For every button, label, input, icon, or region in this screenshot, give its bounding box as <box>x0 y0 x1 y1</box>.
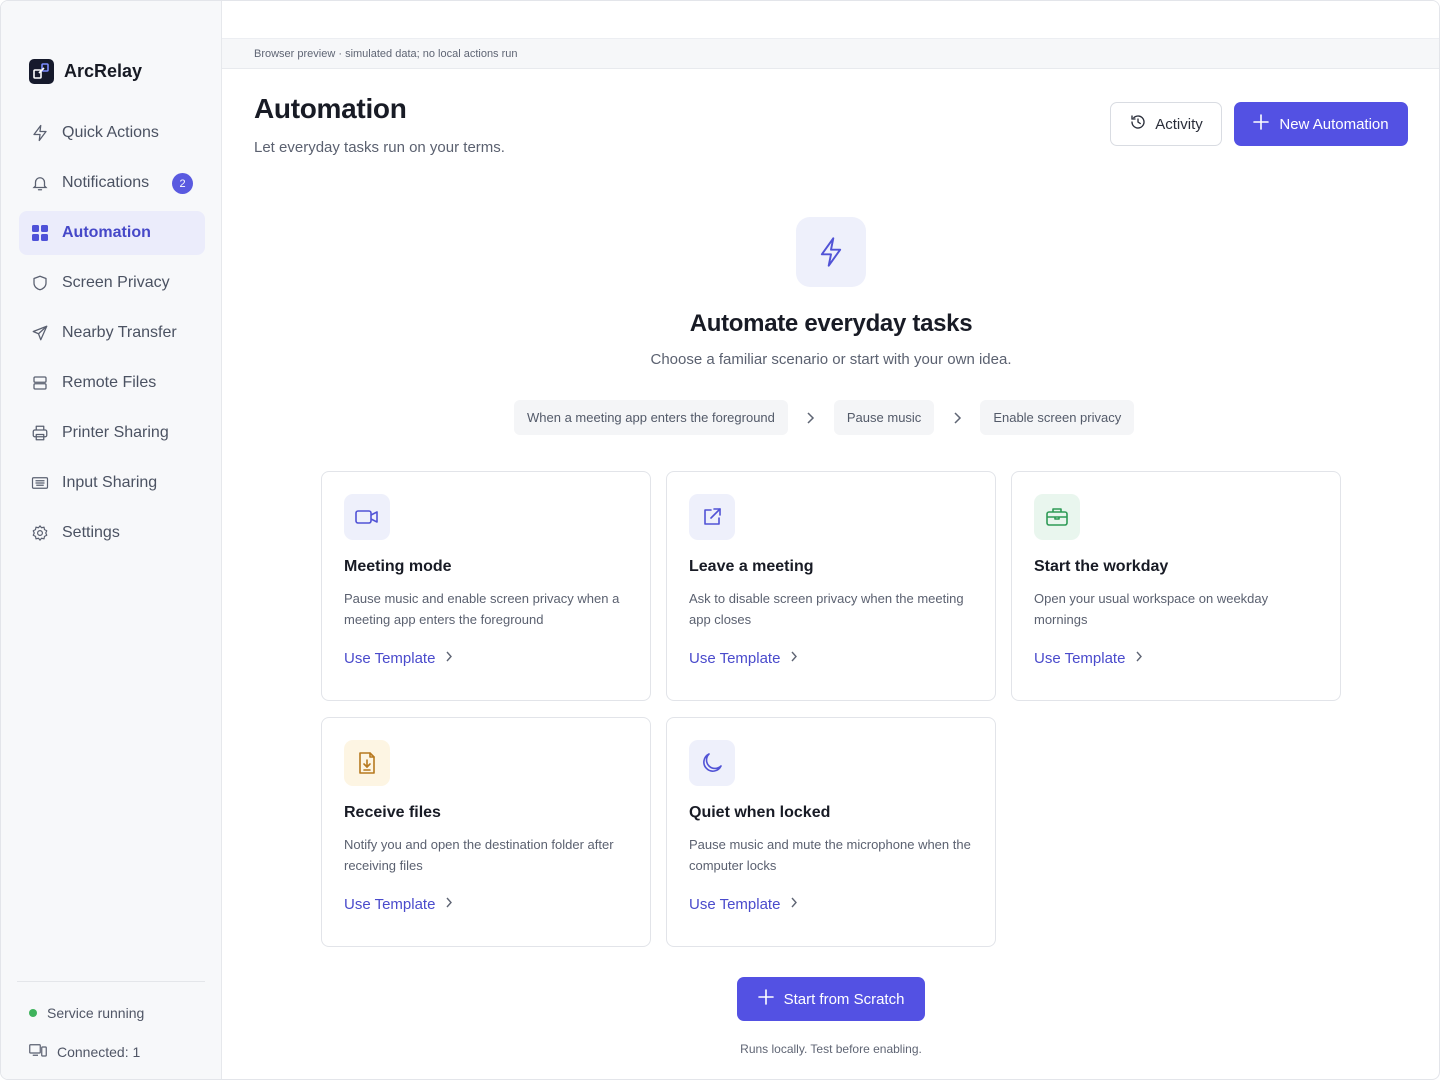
use-template-label: Use Template <box>344 650 436 667</box>
status-dot <box>29 1009 37 1017</box>
printer-icon <box>30 423 50 443</box>
app-name: ArcRelay <box>64 61 143 81</box>
template-card-start-workday[interactable]: Start the workday Open your usual worksp… <box>1011 471 1341 701</box>
template-description: Pause music and enable screen privacy wh… <box>344 591 620 627</box>
start-from-scratch-label: Start from Scratch <box>783 990 905 1008</box>
flow-action-chip: Pause music <box>833 400 935 435</box>
template-card-leave-meeting[interactable]: Leave a meeting Ask to disable screen pr… <box>666 471 996 701</box>
sidebar: ArcRelay Quick Actions Notifications 2 A… <box>1 1 222 1079</box>
sidebar-item-quick-actions[interactable]: Quick Actions <box>19 111 205 155</box>
plus-icon <box>1253 114 1270 134</box>
bell-icon <box>30 173 50 193</box>
chevron-right-icon <box>790 650 798 667</box>
service-status-label: Service running <box>47 1005 145 1021</box>
hero-subtitle: Choose a familiar scenario or start with… <box>650 351 1012 368</box>
template-title: Quiet when locked <box>689 804 831 821</box>
template-title: Receive files <box>344 804 441 821</box>
sidebar-item-label: Input Sharing <box>62 474 158 491</box>
template-description: Notify you and open the destination fold… <box>344 837 614 873</box>
template-description: Open your usual workspace on weekday mor… <box>1034 591 1269 627</box>
start-from-scratch-button[interactable]: Start from Scratch <box>737 977 925 1021</box>
chevron-right-icon <box>790 896 798 913</box>
footnote: Runs locally. Test before enabling. <box>740 1042 922 1056</box>
lightning-icon <box>30 123 50 143</box>
use-template-label: Use Template <box>1034 650 1126 667</box>
history-icon <box>1129 113 1147 135</box>
template-title: Leave a meeting <box>689 558 814 575</box>
flow-action-chip: Enable screen privacy <box>980 400 1135 435</box>
notification-count-badge: 2 <box>172 173 193 194</box>
page-subtitle: Let everyday tasks run on your terms. <box>254 139 505 156</box>
flow-trigger-chip: When a meeting app enters the foreground <box>514 400 788 435</box>
file-download-icon <box>344 740 390 786</box>
sidebar-item-label: Settings <box>62 524 120 541</box>
keyboard-icon <box>30 473 50 493</box>
page-title: Automation <box>254 93 407 124</box>
server-icon <box>30 373 50 393</box>
sidebar-item-notifications[interactable]: Notifications 2 <box>19 161 205 205</box>
template-card-quiet-when-locked[interactable]: Quiet when locked Pause music and mute t… <box>666 717 996 947</box>
use-template-link[interactable]: Use Template <box>689 650 798 667</box>
use-template-link[interactable]: Use Template <box>1034 650 1143 667</box>
sidebar-item-label: Automation <box>62 224 151 241</box>
chevron-right-icon <box>445 896 453 913</box>
sidebar-divider <box>17 981 205 982</box>
chevron-right-icon <box>1135 650 1143 667</box>
sidebar-item-automation[interactable]: Automation <box>19 211 205 255</box>
plus-icon <box>757 989 774 1009</box>
activity-button-label: Activity <box>1155 115 1203 133</box>
external-link-icon <box>689 494 735 540</box>
preview-notice: Browser preview · simulated data; no loc… <box>254 47 518 60</box>
brand: ArcRelay <box>29 59 142 84</box>
template-description: Ask to disable screen privacy when the m… <box>689 591 964 627</box>
template-description: Pause music and mute the microphone when… <box>689 837 971 873</box>
sidebar-item-settings[interactable]: Settings <box>19 511 205 555</box>
sidebar-item-label: Printer Sharing <box>62 424 169 441</box>
chevron-right-icon <box>934 411 980 425</box>
chevron-right-icon <box>788 411 834 425</box>
video-icon <box>344 494 390 540</box>
new-automation-button[interactable]: New Automation <box>1234 102 1408 146</box>
use-template-link[interactable]: Use Template <box>344 896 453 913</box>
template-card-receive-files[interactable]: Receive files Notify you and open the de… <box>321 717 651 947</box>
use-template-label: Use Template <box>344 896 436 913</box>
new-automation-label: New Automation <box>1279 115 1389 133</box>
preview-notice-bar: Browser preview · simulated data; no loc… <box>222 39 1439 69</box>
template-title: Start the workday <box>1034 558 1169 575</box>
app-window: ArcRelay Quick Actions Notifications 2 A… <box>0 0 1440 1080</box>
use-template-link[interactable]: Use Template <box>344 650 453 667</box>
grid-icon <box>30 223 50 243</box>
sidebar-item-label: Notifications <box>62 174 150 191</box>
use-template-label: Use Template <box>689 896 781 913</box>
activity-button[interactable]: Activity <box>1110 102 1222 146</box>
sidebar-item-label: Remote Files <box>62 374 157 391</box>
template-card-meeting-mode[interactable]: Meeting mode Pause music and enable scre… <box>321 471 651 701</box>
shield-icon <box>30 273 50 293</box>
use-template-label: Use Template <box>689 650 781 667</box>
template-title: Meeting mode <box>344 558 452 575</box>
sidebar-item-screen-privacy[interactable]: Screen Privacy <box>19 261 205 305</box>
moon-icon <box>689 740 735 786</box>
window-top-strip <box>222 1 1439 39</box>
gear-icon <box>30 523 50 543</box>
app-logo-icon <box>29 59 54 84</box>
chevron-right-icon <box>445 650 453 667</box>
sidebar-item-printer-sharing[interactable]: Printer Sharing <box>19 411 205 455</box>
hero-title: Automate everyday tasks <box>689 310 973 337</box>
example-flow: When a meeting app enters the foreground… <box>514 400 1135 435</box>
hero-lightning-icon <box>796 217 866 287</box>
sidebar-item-label: Quick Actions <box>62 124 159 141</box>
sidebar-item-input-sharing[interactable]: Input Sharing <box>19 461 205 505</box>
sidebar-item-label: Screen Privacy <box>62 274 170 291</box>
briefcase-icon <box>1034 494 1080 540</box>
use-template-link[interactable]: Use Template <box>689 896 798 913</box>
service-status: Service running <box>29 1005 144 1021</box>
